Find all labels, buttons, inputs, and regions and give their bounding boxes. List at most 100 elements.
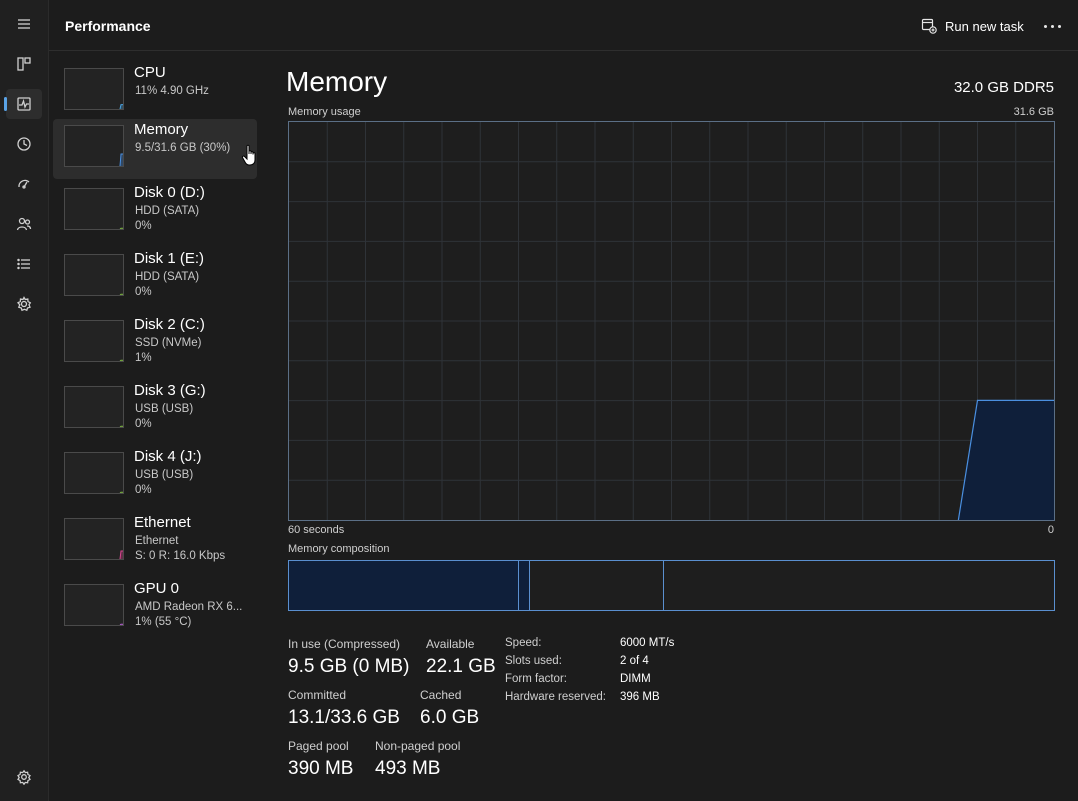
device-detail-line1: Ethernet xyxy=(135,535,179,547)
device-item-disk-0-d[interactable]: Disk 0 (D:) HDD (SATA) 0% xyxy=(53,182,257,242)
more-options-button[interactable] xyxy=(1037,12,1067,40)
run-new-task-label: Run new task xyxy=(945,18,1024,34)
device-detail-line1: HDD (SATA) xyxy=(135,205,200,217)
thumbnail-usage-line xyxy=(119,623,123,625)
device-name: Disk 0 (D:) xyxy=(134,184,205,201)
memory-usage-area xyxy=(958,400,1054,520)
committed-value: 13.1/33.6 GB xyxy=(288,707,400,728)
device-name: Disk 4 (J:) xyxy=(134,448,202,465)
graph-zero-label: 0 xyxy=(1047,524,1054,536)
device-detail-line2: 1% xyxy=(135,352,152,364)
page-title: Performance xyxy=(65,18,151,34)
thumbnail-usage-line xyxy=(119,491,123,493)
available-label: Available xyxy=(426,637,475,651)
detail-title: Memory xyxy=(286,66,388,97)
non-paged-pool-label: Non-paged pool xyxy=(375,739,461,753)
device-thumbnail-graph xyxy=(64,125,124,167)
graph-label: Memory usage xyxy=(288,106,361,118)
device-detail-line1: 9.5/31.6 GB (30%) xyxy=(135,142,231,154)
composition-standby xyxy=(529,561,664,610)
cached-label: Cached xyxy=(420,688,462,702)
committed-label: Committed xyxy=(288,688,347,702)
device-detail-line1: AMD Radeon RX 6... xyxy=(135,601,243,613)
navigation-rail xyxy=(0,0,48,801)
device-thumbnail-graph xyxy=(64,254,124,296)
in-use-value: 9.5 GB (0 MB) xyxy=(288,656,410,677)
thumbnail-usage-line xyxy=(119,550,123,559)
device-detail-line1: 11% 4.90 GHz xyxy=(135,85,209,97)
thumbnail-usage-line xyxy=(119,293,123,295)
performance-icon[interactable] xyxy=(4,89,42,119)
thumbnail-usage-line xyxy=(119,104,123,109)
device-thumbnail-graph xyxy=(64,188,124,230)
device-name: CPU xyxy=(134,64,166,81)
run-task-icon xyxy=(921,18,937,34)
startup-apps-icon[interactable] xyxy=(6,169,42,199)
speed-value: 6000 MT/s xyxy=(620,637,675,649)
cached-value: 6.0 GB xyxy=(420,707,480,728)
device-name: Disk 2 (C:) xyxy=(134,316,205,333)
device-name: Disk 1 (E:) xyxy=(134,250,205,267)
device-thumbnail-graph xyxy=(64,320,124,362)
device-name: Memory xyxy=(134,121,189,138)
slots-used-value: 2 of 4 xyxy=(620,655,649,667)
device-item-disk-1-e[interactable]: Disk 1 (E:) HDD (SATA) 0% xyxy=(53,248,257,308)
composition-free xyxy=(663,561,1054,610)
memory-composition-bar xyxy=(288,560,1055,611)
device-thumbnail-graph xyxy=(64,518,124,560)
hand-cursor-icon xyxy=(241,144,256,166)
thumbnail-usage-line xyxy=(119,425,123,427)
device-name: Ethernet xyxy=(134,514,191,531)
memory-spec: 32.0 GB DDR5 xyxy=(953,79,1054,96)
services-icon[interactable] xyxy=(6,289,42,319)
thumbnail-usage-line xyxy=(119,153,123,166)
composition-modified xyxy=(518,561,530,610)
available-value: 22.1 GB xyxy=(426,656,496,677)
thumbnail-usage-line xyxy=(119,359,123,361)
device-detail-line2: 0% xyxy=(135,220,152,232)
form-factor-value: DIMM xyxy=(620,673,651,685)
details-icon[interactable] xyxy=(6,249,42,279)
form-factor-label: Form factor: xyxy=(505,673,567,685)
users-icon[interactable] xyxy=(6,209,42,239)
paged-pool-value: 390 MB xyxy=(288,758,354,779)
device-thumbnail-graph xyxy=(64,68,124,110)
hardware-reserved-label: Hardware reserved: xyxy=(505,691,606,703)
memory-usage-graph xyxy=(288,121,1055,521)
device-item-disk-3-g[interactable]: Disk 3 (G:) USB (USB) 0% xyxy=(53,380,257,440)
memory-usage-chart xyxy=(289,122,1054,520)
device-detail-line1: SSD (NVMe) xyxy=(135,337,202,349)
composition-in-use xyxy=(289,561,519,610)
settings-icon[interactable] xyxy=(6,762,42,792)
hardware-reserved-value: 396 MB xyxy=(620,691,660,703)
device-detail-line1: HDD (SATA) xyxy=(135,271,200,283)
device-detail-line2: 0% xyxy=(135,484,152,496)
device-detail-line2: 1% (55 °C) xyxy=(135,616,192,628)
header-bar: Performance Run new task xyxy=(49,0,1078,51)
device-item-disk-2-c[interactable]: Disk 2 (C:) SSD (NVMe) 1% xyxy=(53,314,257,374)
composition-label: Memory composition xyxy=(288,543,390,555)
graph-time-label: 60 seconds xyxy=(288,524,345,536)
main-panel: Performance Run new task CPU 11% 4.90 GHz… xyxy=(48,0,1078,801)
device-name: Disk 3 (G:) xyxy=(134,382,206,399)
in-use-label: In use (Compressed) xyxy=(288,637,401,651)
device-item-memory[interactable]: Memory 9.5/31.6 GB (30%) xyxy=(53,119,257,179)
device-detail-line1: USB (USB) xyxy=(135,403,194,415)
app-history-icon[interactable] xyxy=(6,129,42,159)
device-item-gpu-0[interactable]: GPU 0 AMD Radeon RX 6... 1% (55 °C) xyxy=(53,578,257,638)
run-new-task-button[interactable]: Run new task xyxy=(915,12,1030,40)
device-detail-line2: S: 0 R: 16.0 Kbps xyxy=(135,550,226,562)
device-thumbnail-graph xyxy=(64,452,124,494)
device-item-cpu[interactable]: CPU 11% 4.90 GHz xyxy=(53,62,257,122)
slots-used-label: Slots used: xyxy=(505,655,562,667)
device-thumbnail-graph xyxy=(64,386,124,428)
device-detail-line2: 0% xyxy=(135,286,152,298)
graph-max-label: 31.6 GB xyxy=(1013,106,1054,118)
device-name: GPU 0 xyxy=(134,580,180,597)
device-item-disk-4-j[interactable]: Disk 4 (J:) USB (USB) 0% xyxy=(53,446,257,506)
device-thumbnail-graph xyxy=(64,584,124,626)
device-item-ethernet[interactable]: Ethernet Ethernet S: 0 R: 16.0 Kbps xyxy=(53,512,257,572)
device-detail-line1: USB (USB) xyxy=(135,469,194,481)
processes-icon[interactable] xyxy=(6,49,42,79)
menu-icon[interactable] xyxy=(6,9,42,39)
